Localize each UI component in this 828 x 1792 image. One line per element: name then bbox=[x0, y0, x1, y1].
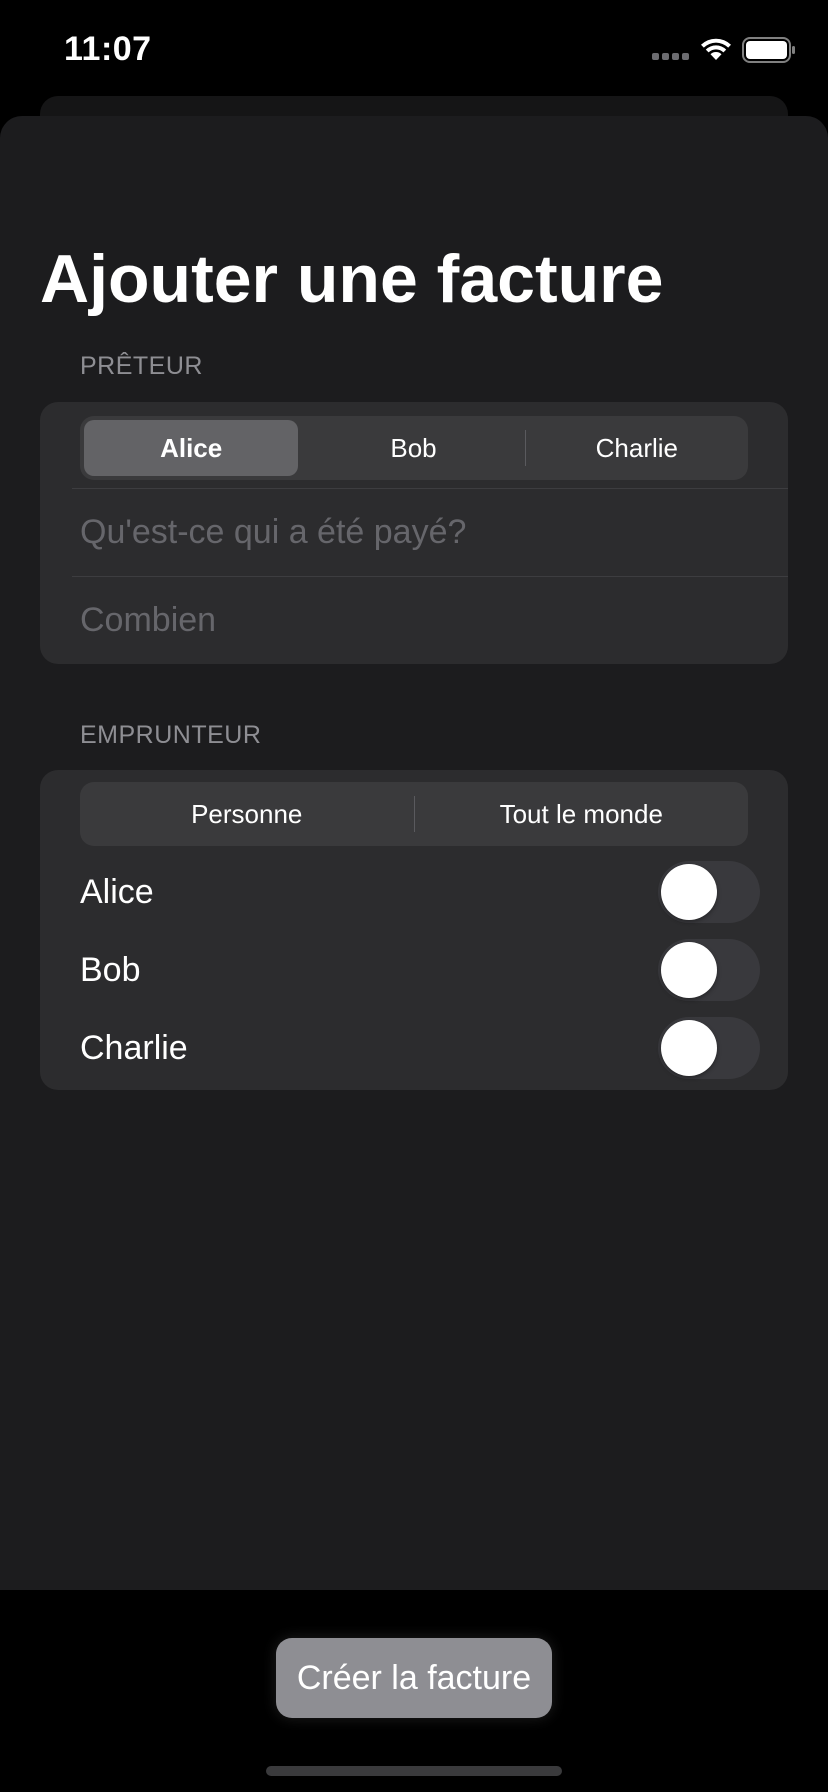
segment-label: Alice bbox=[160, 432, 223, 463]
home-indicator bbox=[266, 1766, 562, 1776]
toggle-knob bbox=[661, 942, 717, 998]
segment-label: Tout le monde bbox=[499, 798, 663, 829]
toggle-knob bbox=[661, 1020, 717, 1076]
borrower-row-bob: Bob bbox=[80, 934, 760, 1006]
status-time: 11:07 bbox=[64, 30, 152, 68]
segment-divider bbox=[524, 430, 526, 466]
lender-segment-bob[interactable]: Bob bbox=[306, 420, 520, 476]
lender-group: Alice Bob Charlie bbox=[40, 402, 788, 664]
wifi-icon bbox=[701, 38, 731, 60]
borrower-label-alice: Alice bbox=[80, 872, 154, 911]
borrower-toggle-alice[interactable] bbox=[658, 861, 760, 923]
borrower-segment-nobody[interactable]: Personne bbox=[84, 786, 410, 842]
description-field bbox=[72, 488, 788, 575]
segment-label: Bob bbox=[390, 432, 437, 463]
lender-section-header: PRÊTEUR bbox=[80, 352, 203, 380]
battery-icon bbox=[742, 37, 795, 63]
borrower-section-header: EMPRUNTEUR bbox=[80, 721, 262, 749]
borrower-toggle-charlie[interactable] bbox=[658, 1017, 760, 1079]
borrower-segment-everyone[interactable]: Tout le monde bbox=[419, 786, 745, 842]
toggle-knob bbox=[661, 864, 717, 920]
description-input[interactable] bbox=[72, 512, 740, 552]
create-bill-button[interactable]: Créer la facture bbox=[276, 1638, 552, 1718]
segment-label: Charlie bbox=[595, 432, 678, 463]
borrower-toggle-bob[interactable] bbox=[658, 939, 760, 1001]
lender-segment-charlie[interactable]: Charlie bbox=[530, 420, 744, 476]
borrower-row-charlie: Charlie bbox=[80, 1012, 760, 1084]
borrower-row-alice: Alice bbox=[80, 856, 760, 928]
amount-field bbox=[72, 576, 788, 663]
lender-segmented-control: Alice Bob Charlie bbox=[80, 416, 748, 480]
borrower-segmented-control: Personne Tout le monde bbox=[80, 782, 748, 846]
amount-input[interactable] bbox=[72, 600, 740, 640]
segment-label: Personne bbox=[191, 798, 303, 829]
cellular-signal-icon bbox=[652, 53, 689, 60]
segment-divider bbox=[413, 796, 415, 832]
borrower-group: Personne Tout le monde Alice Bob Charlie bbox=[40, 770, 788, 1090]
page-title: Ajouter une facture bbox=[40, 241, 664, 317]
lender-segment-alice[interactable]: Alice bbox=[84, 420, 299, 476]
borrower-label-bob: Bob bbox=[80, 950, 141, 989]
status-bar: 11:07 bbox=[0, 0, 828, 100]
borrower-label-charlie: Charlie bbox=[80, 1028, 188, 1067]
